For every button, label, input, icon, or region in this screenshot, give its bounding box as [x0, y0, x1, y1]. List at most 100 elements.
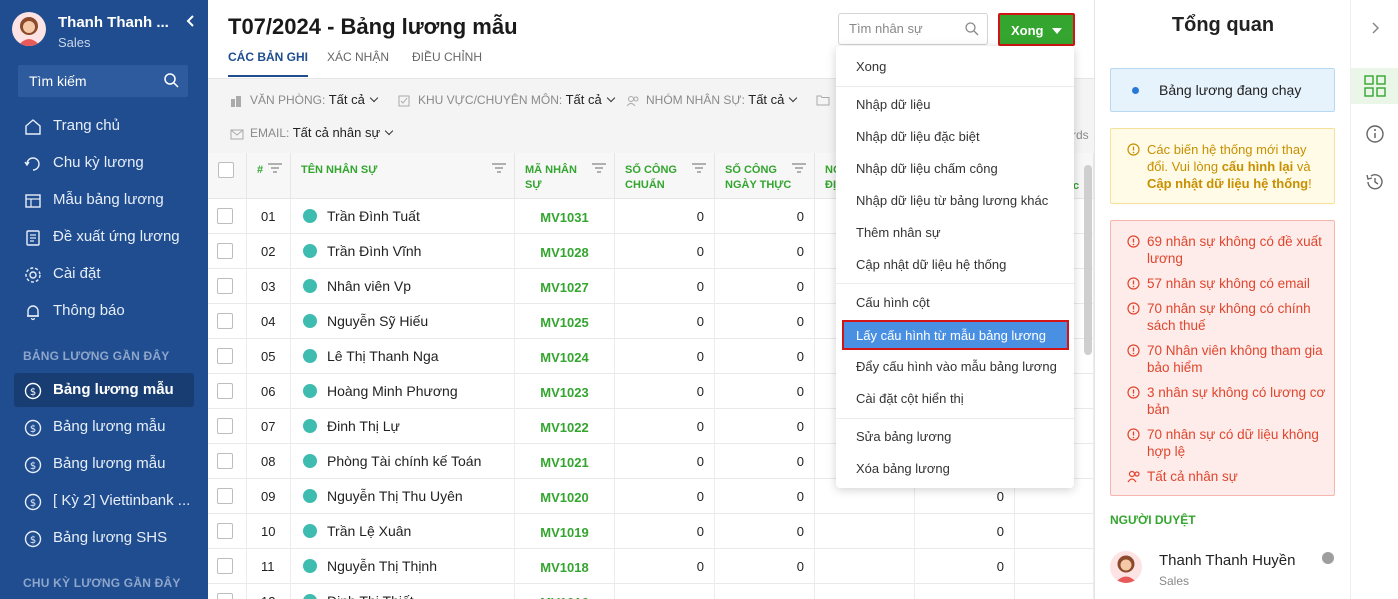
staff-name[interactable]: Nhân viên Vp: [327, 278, 411, 294]
reconfigure-link[interactable]: cấu hình lại: [1222, 159, 1294, 174]
table-row[interactable]: 10 Trần Lệ Xuân MV1019 0 0 0: [208, 514, 1094, 549]
col6-value[interactable]: 0: [997, 489, 1004, 504]
staff-name[interactable]: Lê Thị Thanh Nga: [327, 348, 439, 364]
sidebar-item-template[interactable]: Mẫu bảng lương: [14, 183, 194, 217]
actual-days-value[interactable]: 0: [797, 314, 804, 329]
row-checkbox[interactable]: [217, 523, 233, 539]
recent-payroll-item[interactable]: $ Bảng lương mẫu: [14, 410, 194, 444]
tab-records[interactable]: CÁC BẢN GHI: [228, 50, 308, 77]
actual-days-value[interactable]: 0: [797, 279, 804, 294]
tab-confirm[interactable]: XÁC NHẬN: [327, 50, 389, 77]
menu-item-import-attendance[interactable]: Nhập dữ liệu chấm công: [836, 154, 1074, 184]
filter-icon[interactable]: [268, 163, 282, 178]
table-scrollbar[interactable]: [1084, 165, 1092, 355]
menu-item-add-staff[interactable]: Thêm nhân sự: [836, 218, 1074, 248]
row-checkbox[interactable]: [217, 383, 233, 399]
col6-value[interactable]: 0: [997, 524, 1004, 539]
row-checkbox[interactable]: [217, 348, 233, 364]
std-days-value[interactable]: 0: [697, 489, 704, 504]
recent-payroll-item[interactable]: $ [ Kỳ 2] Viettinbank ...: [14, 484, 194, 518]
actual-days-value[interactable]: 0: [797, 489, 804, 504]
done-button[interactable]: Xong: [998, 13, 1075, 46]
staff-name[interactable]: Trần Đình Vĩnh: [327, 243, 421, 259]
row-checkbox[interactable]: [217, 313, 233, 329]
menu-item-display-columns[interactable]: Cài đặt cột hiển thị: [836, 384, 1074, 414]
menu-item-edit-payroll[interactable]: Sửa bảng lương: [836, 422, 1074, 452]
sidebar-item-advance[interactable]: Đề xuất ứng lương: [14, 220, 194, 254]
std-days-value[interactable]: 0: [697, 419, 704, 434]
menu-item-import-from-other[interactable]: Nhập dữ liệu từ bảng lương khác: [836, 186, 1074, 216]
table-row[interactable]: 12 Đinh Thị Thiết MV1016: [208, 584, 1094, 599]
actual-days-value[interactable]: 0: [797, 384, 804, 399]
menu-item-push-config-to-template[interactable]: Đẩy cấu hình vào mẫu bảng lương: [836, 352, 1074, 382]
std-days-value[interactable]: 0: [697, 524, 704, 539]
actual-days-value[interactable]: 0: [797, 419, 804, 434]
staff-name[interactable]: Nguyễn Thị Thu Uyên: [327, 488, 463, 504]
email-filter[interactable]: EMAIL: Tất cả nhân sự: [230, 125, 394, 140]
header-code[interactable]: MÃ NHÂN SỰ: [515, 153, 615, 199]
row-checkbox[interactable]: [217, 453, 233, 469]
row-checkbox[interactable]: [217, 558, 233, 574]
staff-search[interactable]: [838, 13, 988, 45]
sidebar-item-notifications[interactable]: Thông báo: [14, 294, 194, 328]
sidebar-item-settings[interactable]: Cài đặt: [14, 257, 194, 291]
header-index[interactable]: #: [247, 153, 291, 199]
area-filter[interactable]: KHU VỰC/CHUYÊN MÔN: Tất cả: [398, 92, 615, 107]
staff-name[interactable]: Phòng Tài chính kế Toán: [327, 453, 481, 469]
row-checkbox[interactable]: [217, 593, 233, 599]
actual-days-value[interactable]: 0: [797, 524, 804, 539]
actual-days-value[interactable]: 0: [797, 244, 804, 259]
std-days-value[interactable]: 0: [697, 279, 704, 294]
actual-days-value[interactable]: 0: [797, 454, 804, 469]
recent-payroll-item[interactable]: $ Bảng lương SHS: [14, 521, 194, 555]
staff-name[interactable]: Nguyễn Thị Thịnh: [327, 558, 437, 574]
std-days-value[interactable]: 0: [697, 349, 704, 364]
row-checkbox[interactable]: [217, 418, 233, 434]
header-name[interactable]: TÊN NHÂN SỰ: [291, 153, 515, 199]
menu-item-import-special[interactable]: Nhập dữ liệu đặc biệt: [836, 122, 1074, 152]
update-system-data-link[interactable]: Cập nhật dữ liệu hệ thống: [1147, 176, 1308, 191]
std-days-value[interactable]: 0: [697, 454, 704, 469]
collapse-sidebar-icon[interactable]: [186, 14, 196, 30]
select-all-checkbox[interactable]: [218, 162, 234, 178]
table-row[interactable]: 11 Nguyễn Thị Thịnh MV1018 0 0 0: [208, 549, 1094, 584]
filter-icon[interactable]: [792, 163, 806, 178]
header-actual-days[interactable]: SỐ CÔNG NGÀY THỰC: [715, 153, 815, 199]
actual-days-value[interactable]: 0: [797, 559, 804, 574]
menu-item-get-config-from-template[interactable]: Lấy cấu hình từ mẫu bảng lương: [842, 320, 1069, 350]
filter-icon[interactable]: [592, 163, 606, 178]
menu-item-import-data[interactable]: Nhập dữ liệu: [836, 90, 1074, 120]
row-checkbox[interactable]: [217, 278, 233, 294]
std-days-value[interactable]: 0: [697, 384, 704, 399]
sidebar-item-home[interactable]: Trang chủ: [14, 109, 194, 143]
menu-item-delete-payroll[interactable]: Xóa bảng lương: [836, 454, 1074, 484]
header-std-days[interactable]: SỐ CÔNG CHUẨN: [615, 153, 715, 199]
menu-item-update-system-data[interactable]: Cập nhật dữ liệu hệ thống: [836, 250, 1074, 280]
staff-name[interactable]: Trần Lệ Xuân: [327, 523, 411, 539]
staff-name[interactable]: Đinh Thị Lự: [327, 418, 400, 434]
history-icon[interactable]: [1351, 164, 1398, 200]
row-checkbox[interactable]: [217, 208, 233, 224]
menu-item-column-config[interactable]: Cấu hình cột: [836, 288, 1074, 318]
staff-name[interactable]: Nguyễn Sỹ Hiếu: [327, 313, 428, 329]
sidebar-search[interactable]: Tìm kiếm: [18, 65, 188, 97]
info-icon[interactable]: [1351, 116, 1398, 152]
grid-view-icon[interactable]: [1351, 68, 1398, 104]
filter-icon[interactable]: [692, 163, 706, 178]
filter-icon[interactable]: [492, 163, 506, 178]
folder-filter[interactable]: [816, 92, 836, 106]
std-days-value[interactable]: 0: [697, 314, 704, 329]
group-filter[interactable]: NHÓM NHÂN SỰ: Tất cả: [626, 92, 798, 107]
col6-value[interactable]: 0: [997, 559, 1004, 574]
row-checkbox[interactable]: [217, 243, 233, 259]
recent-payroll-item[interactable]: $ Bảng lương mẫu: [14, 373, 194, 407]
std-days-value[interactable]: 0: [697, 559, 704, 574]
std-days-value[interactable]: 0: [697, 209, 704, 224]
menu-item-done[interactable]: Xong: [836, 52, 1074, 82]
actual-days-value[interactable]: 0: [797, 349, 804, 364]
std-days-value[interactable]: 0: [697, 244, 704, 259]
staff-name[interactable]: Trần Đình Tuất: [327, 208, 420, 224]
staff-name[interactable]: Đinh Thị Thiết: [327, 593, 414, 599]
staff-name[interactable]: Hoàng Minh Phương: [327, 383, 458, 399]
row-checkbox[interactable]: [217, 488, 233, 504]
